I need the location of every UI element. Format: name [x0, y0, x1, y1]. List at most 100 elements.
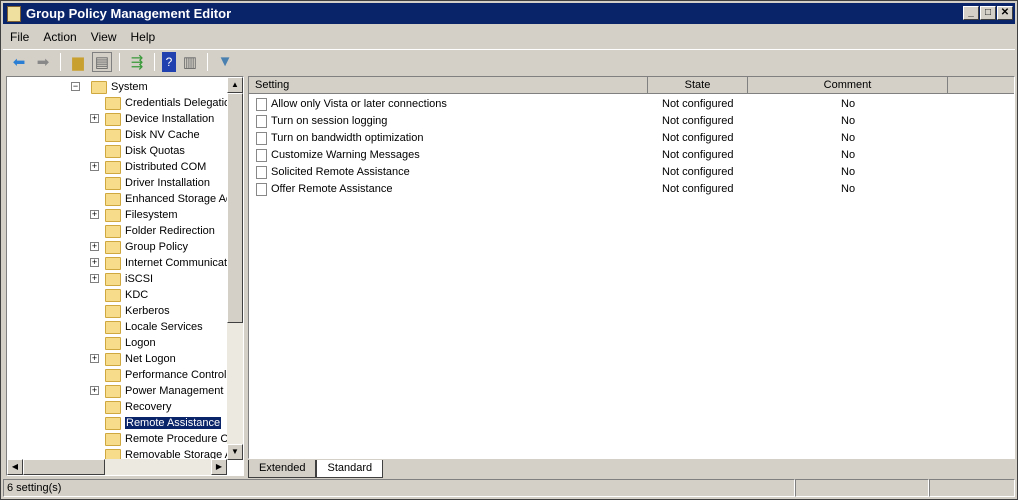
tree-item-label: Filesystem [125, 209, 178, 221]
tree-item-label: Internet Communicati [125, 257, 230, 269]
column-header-filler [948, 77, 1014, 94]
expand-icon[interactable]: + [90, 162, 99, 171]
scroll-left-button[interactable]: ◀ [7, 459, 23, 475]
forward-icon[interactable]: ➡ [33, 52, 53, 72]
view-tabs: Extended Standard [248, 460, 384, 478]
back-icon[interactable]: ⬅ [9, 52, 29, 72]
menu-file[interactable]: File [3, 27, 36, 47]
tree-item[interactable]: + Net Logon [90, 351, 176, 367]
tree-item[interactable]: Driver Installation [105, 175, 210, 191]
expand-icon[interactable]: + [90, 114, 99, 123]
policy-setting-icon [256, 115, 267, 128]
table-row[interactable]: Turn on session logging Not configured No [249, 113, 1009, 130]
scroll-thumb[interactable] [23, 459, 105, 475]
tree-item[interactable]: Remote Procedure C [105, 431, 228, 447]
tree-item[interactable]: Kerberos [105, 303, 170, 319]
show-hide-tree-icon[interactable]: ▤ [92, 51, 112, 72]
setting-name: Offer Remote Assistance [271, 183, 393, 195]
tree-item[interactable]: + Power Management [90, 383, 223, 399]
scroll-right-button[interactable]: ▶ [211, 459, 227, 475]
folder-icon [105, 128, 121, 142]
status-pane [929, 479, 1015, 497]
expand-icon[interactable]: + [90, 354, 99, 363]
scroll-thumb[interactable] [227, 93, 243, 323]
setting-name: Customize Warning Messages [271, 149, 420, 161]
tree-item-label: Distributed COM [125, 161, 207, 173]
tree-horizontal-scrollbar[interactable]: ◀ ▶ [7, 459, 227, 475]
show-action-pane-icon[interactable]: ▥ [180, 52, 200, 72]
setting-comment: No [841, 149, 856, 161]
expand-icon[interactable]: + [90, 274, 99, 283]
folder-icon [105, 272, 121, 286]
expand-icon[interactable]: + [90, 242, 99, 251]
separator [154, 52, 155, 71]
folder-icon [105, 288, 121, 302]
menu-view[interactable]: View [84, 27, 124, 47]
app-icon [7, 5, 21, 22]
maximize-button[interactable]: □ [980, 6, 996, 20]
tree-item[interactable]: + Distributed COM [90, 159, 207, 175]
tree-item[interactable]: Locale Services [105, 319, 203, 335]
tree-item[interactable]: + Group Policy [90, 239, 188, 255]
up-folder-icon[interactable]: ▆ [68, 52, 88, 72]
tree-item[interactable]: KDC [105, 287, 148, 303]
table-row[interactable]: Offer Remote Assistance Not configured No [249, 181, 1009, 198]
expand-icon[interactable]: + [90, 386, 99, 395]
scroll-up-button[interactable]: ▲ [227, 77, 243, 93]
tree-item-label: System [111, 81, 148, 93]
tree-item-system[interactable]: − System [71, 79, 148, 95]
folder-icon [105, 416, 121, 430]
tree-item[interactable]: Disk NV Cache [105, 127, 200, 143]
tree-item-label: Recovery [125, 401, 172, 413]
tree-item[interactable]: + iSCSI [90, 271, 153, 287]
toolbar: ⬅ ➡ ▆ ▤ ⇶ ? ▥ ▼ [3, 49, 1015, 73]
folder-icon [105, 256, 121, 270]
tree-item-label: Credentials Delegatio [125, 97, 231, 109]
setting-state: Not configured [662, 132, 734, 144]
tree-vertical-scrollbar[interactable]: ▲ ▼ [227, 77, 243, 460]
scroll-down-button[interactable]: ▼ [227, 444, 243, 460]
tree-item[interactable]: Performance Control [105, 367, 227, 383]
tree-item[interactable]: Remote Assistance [105, 415, 223, 431]
expand-icon[interactable]: + [90, 258, 99, 267]
minimize-button[interactable]: _ [963, 6, 979, 20]
folder-icon [105, 368, 121, 382]
help-icon[interactable]: ? [162, 51, 176, 72]
column-header-state[interactable]: State [648, 77, 748, 94]
tree-item[interactable]: + Internet Communicati [90, 255, 230, 271]
table-row[interactable]: Allow only Vista or later connections Not… [249, 96, 1009, 113]
filter-icon[interactable]: ▼ [215, 52, 235, 72]
status-pane [795, 479, 929, 497]
tree-item-label: Enhanced Storage Ac [125, 193, 232, 205]
menu-help[interactable]: Help [124, 27, 163, 47]
tree-item[interactable]: Disk Quotas [105, 143, 185, 159]
menu-action[interactable]: Action [36, 27, 83, 47]
table-row[interactable]: Solicited Remote Assistance Not configure… [249, 164, 1009, 181]
tree-item[interactable]: Credentials Delegatio [105, 95, 230, 111]
close-button[interactable]: ✕ [997, 6, 1013, 20]
tree-item[interactable]: Recovery [105, 399, 171, 415]
tab-extended[interactable]: Extended [248, 460, 317, 478]
tree-item[interactable]: + Filesystem [90, 207, 178, 223]
collapse-icon[interactable]: − [71, 82, 80, 91]
separator [207, 52, 208, 71]
tab-standard[interactable]: Standard [316, 460, 384, 478]
column-header-comment[interactable]: Comment [748, 77, 948, 94]
table-row[interactable]: Customize Warning Messages Not configured… [249, 147, 1009, 164]
setting-comment: No [841, 132, 856, 144]
tree-item[interactable]: Folder Redirection [105, 223, 215, 239]
menu-bar: File Action View Help [3, 27, 162, 47]
folder-icon [105, 304, 121, 318]
policy-setting-icon [256, 132, 267, 145]
folder-icon [105, 192, 121, 206]
expand-icon[interactable]: + [90, 210, 99, 219]
setting-state: Not configured [662, 115, 734, 127]
tree-item[interactable]: Enhanced Storage Ac [105, 191, 231, 207]
status-text: 6 setting(s) [3, 479, 795, 497]
table-row[interactable]: Turn on bandwidth optimization Not config… [249, 130, 1009, 147]
column-header-setting[interactable]: Setting [249, 77, 648, 94]
tree-item[interactable]: Logon [105, 335, 156, 351]
tree-item[interactable]: + Device Installation [90, 111, 214, 127]
setting-name: Solicited Remote Assistance [271, 166, 410, 178]
export-list-icon[interactable]: ⇶ [127, 52, 147, 72]
